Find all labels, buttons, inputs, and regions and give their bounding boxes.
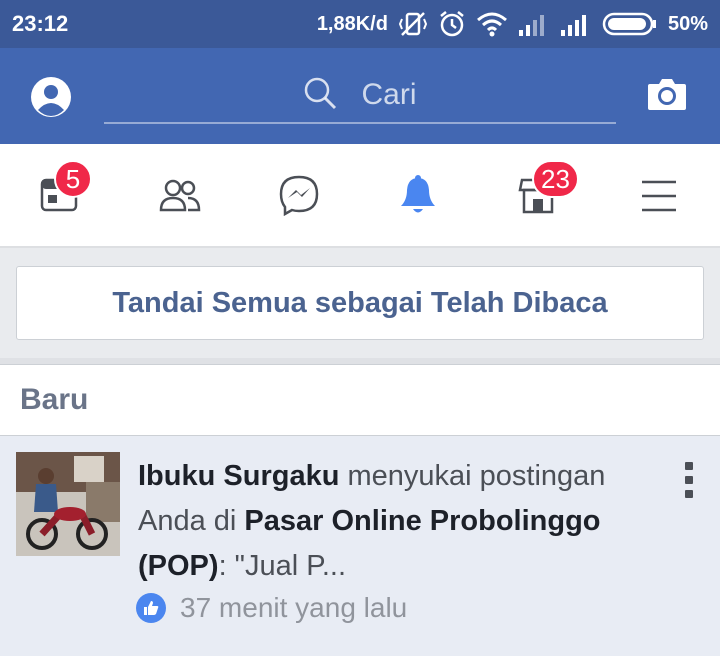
notification-text: Ibuku Surgaku menyukai postingan Anda di… bbox=[138, 454, 638, 589]
status-time: 23:12 bbox=[12, 11, 69, 36]
more-options-icon[interactable] bbox=[676, 462, 702, 498]
camera-icon[interactable] bbox=[646, 74, 688, 116]
feed-badge: 5 bbox=[54, 160, 92, 198]
notification-item[interactable]: Ibuku Surgaku menyukai postingan Anda di… bbox=[0, 436, 720, 656]
signal-icon bbox=[518, 12, 550, 36]
tab-bar: 5 23 bbox=[0, 144, 720, 248]
notification-time: 37 menit yang lalu bbox=[180, 592, 408, 623]
friends-icon bbox=[158, 179, 202, 220]
wifi-icon bbox=[476, 11, 508, 37]
section-header-new: Baru bbox=[0, 364, 720, 436]
search-icon bbox=[303, 76, 337, 115]
status-icons: 1,88K/d 50% bbox=[317, 0, 708, 48]
like-icon bbox=[136, 593, 166, 623]
search-underline bbox=[104, 122, 616, 124]
battery-percent: 50% bbox=[667, 12, 708, 35]
alarm-icon bbox=[438, 10, 466, 38]
bell-icon bbox=[398, 175, 438, 220]
search-input[interactable]: Cari bbox=[104, 68, 616, 122]
tab-news-feed[interactable]: 5 bbox=[40, 160, 92, 220]
notification-snippet: : "Jual P... bbox=[218, 550, 347, 582]
mark-all-read-button[interactable]: Tandai Semua sebagai Telah Dibaca bbox=[16, 266, 704, 340]
top-search-bar: Cari bbox=[0, 48, 720, 144]
marketplace-icon bbox=[518, 178, 558, 220]
status-bar: 23:12 1,88K/d 50% bbox=[0, 0, 720, 48]
network-speed: 1,88K/d bbox=[316, 12, 388, 35]
messenger-icon bbox=[278, 175, 320, 220]
tab-friends[interactable] bbox=[158, 172, 206, 220]
tab-notifications[interactable] bbox=[398, 172, 446, 220]
signal-icon bbox=[560, 12, 592, 36]
battery-icon bbox=[602, 11, 658, 37]
vibrate-off-icon bbox=[398, 10, 428, 38]
tab-marketplace[interactable]: 23 bbox=[518, 160, 579, 220]
profile-icon[interactable] bbox=[30, 76, 72, 118]
notification-meta: 37 menit yang lalu bbox=[136, 592, 407, 624]
search-placeholder: Cari bbox=[361, 78, 417, 111]
tab-messenger[interactable] bbox=[278, 172, 326, 220]
news-feed-icon bbox=[40, 178, 80, 220]
section-title: Baru bbox=[20, 383, 89, 416]
marketplace-badge: 23 bbox=[532, 160, 579, 198]
tab-menu[interactable] bbox=[640, 172, 688, 220]
notification-actor: Ibuku Surgaku bbox=[138, 460, 340, 492]
avatar[interactable] bbox=[16, 452, 120, 556]
menu-icon bbox=[640, 180, 678, 220]
